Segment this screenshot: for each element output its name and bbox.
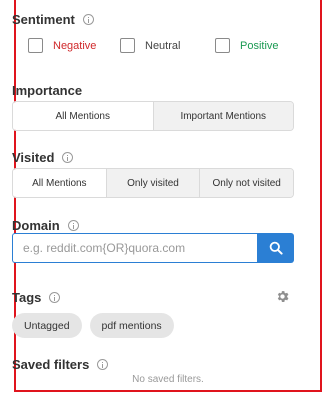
- tag-list: Untagged pdf mentions: [12, 313, 174, 338]
- tag-untagged[interactable]: Untagged: [12, 313, 82, 338]
- tag-pdf-mentions[interactable]: pdf mentions: [89, 313, 174, 338]
- visited-title: Visited: [12, 150, 74, 165]
- info-icon[interactable]: [82, 14, 94, 25]
- sentiment-positive[interactable]: Positive: [215, 38, 279, 53]
- search-icon: [269, 241, 283, 255]
- info-icon[interactable]: [49, 292, 61, 303]
- negative-checkbox[interactable]: [28, 38, 43, 53]
- sentiment-negative[interactable]: Negative: [28, 38, 96, 53]
- sentiment-title: Sentiment: [12, 12, 94, 27]
- importance-important-mentions[interactable]: Important Mentions: [152, 102, 293, 130]
- info-icon[interactable]: [62, 152, 74, 163]
- saved-filters-empty-text: No saved filters.: [132, 374, 204, 385]
- tags-title: Tags: [12, 290, 61, 305]
- domain-title: Domain: [12, 218, 79, 233]
- importance-title: Importance: [12, 83, 83, 98]
- sentiment-options: Negative Neutral Positive: [12, 38, 302, 56]
- positive-checkbox[interactable]: [215, 38, 230, 53]
- sentiment-neutral[interactable]: Neutral: [120, 38, 180, 53]
- neutral-checkbox[interactable]: [120, 38, 135, 53]
- visited-segmented-control: All Mentions Only visited Only not visit…: [12, 168, 294, 198]
- importance-all-mentions[interactable]: All Mentions: [13, 102, 153, 130]
- domain-search: [12, 233, 294, 263]
- domain-input[interactable]: [12, 233, 257, 263]
- gear-icon[interactable]: [275, 289, 290, 304]
- domain-search-button[interactable]: [257, 233, 294, 263]
- info-icon[interactable]: [97, 359, 109, 370]
- info-icon[interactable]: [67, 220, 79, 231]
- saved-filters-title: Saved filters: [12, 357, 109, 372]
- visited-all-mentions[interactable]: All Mentions: [13, 169, 106, 197]
- importance-segmented-control: All Mentions Important Mentions: [12, 101, 294, 131]
- visited-only-not-visited[interactable]: Only not visited: [199, 169, 293, 197]
- visited-only-visited[interactable]: Only visited: [105, 169, 200, 197]
